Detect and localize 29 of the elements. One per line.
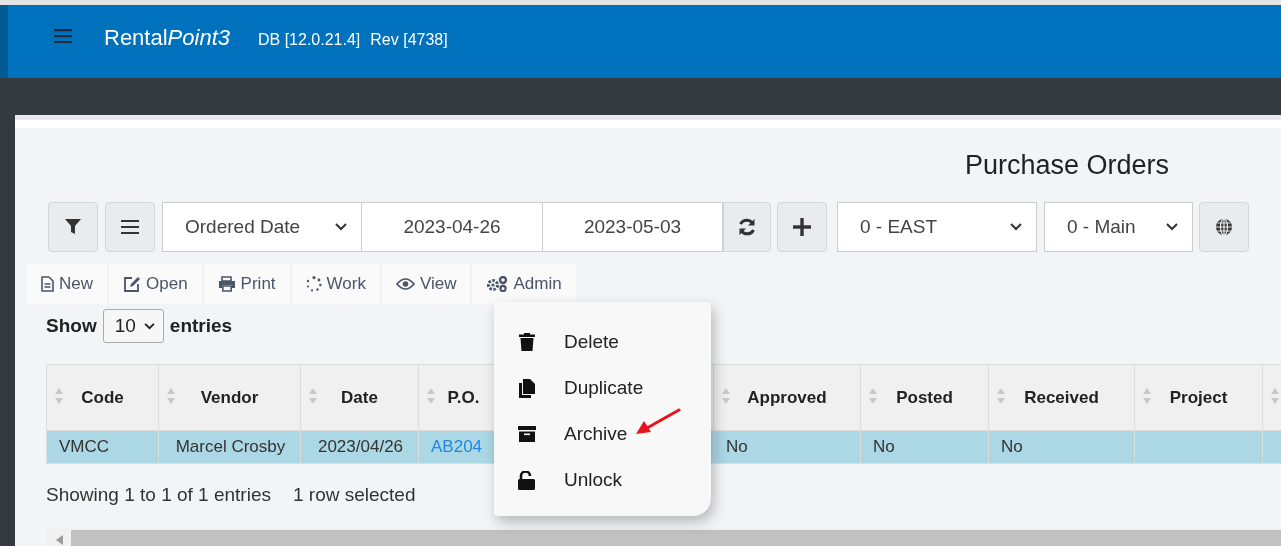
date-to-field[interactable]: 2023-05-03 (543, 202, 723, 252)
table-info: Showing 1 to 1 of 1 entries (46, 484, 271, 506)
page-title: Purchase Orders (964, 150, 1169, 181)
table-cell: VMCC (59, 437, 110, 456)
date-from-field[interactable]: 2023-04-26 (362, 202, 543, 252)
table-cell: 2023/04/26 (317, 437, 404, 456)
column-header[interactable]: Approved (713, 364, 861, 431)
region-select[interactable]: 0 - EAST (837, 202, 1037, 252)
column-header[interactable]: Posted (860, 364, 989, 431)
show-label: Show (46, 315, 97, 337)
menu-item[interactable]: Delete (494, 319, 711, 365)
table-cell: No (726, 437, 748, 456)
selection-info: 1 row selected (293, 484, 416, 506)
revision: Rev [4738] (370, 30, 448, 49)
column-header[interactable]: Code (46, 364, 159, 431)
table-cell: No (1001, 437, 1023, 456)
table-cell: No (873, 437, 895, 456)
app-logo: RentalPoint3 (104, 24, 230, 51)
entries-label: entries (169, 315, 233, 337)
location-select[interactable]: 0 - Main (1044, 202, 1193, 252)
db-version: DB [12.0.21.4] (258, 30, 361, 49)
column-header[interactable]: Received (988, 364, 1135, 431)
date-field-select[interactable]: Ordered Date (162, 202, 362, 252)
table-cell: Marcel Crosby (175, 437, 286, 456)
column-header[interactable]: Date (300, 364, 419, 431)
column-header[interactable]: Vendor (158, 364, 301, 431)
menu-item[interactable]: Unlock (494, 457, 711, 503)
column-header[interactable]: Project (1134, 364, 1263, 431)
entries-select[interactable]: 10 (102, 309, 164, 343)
